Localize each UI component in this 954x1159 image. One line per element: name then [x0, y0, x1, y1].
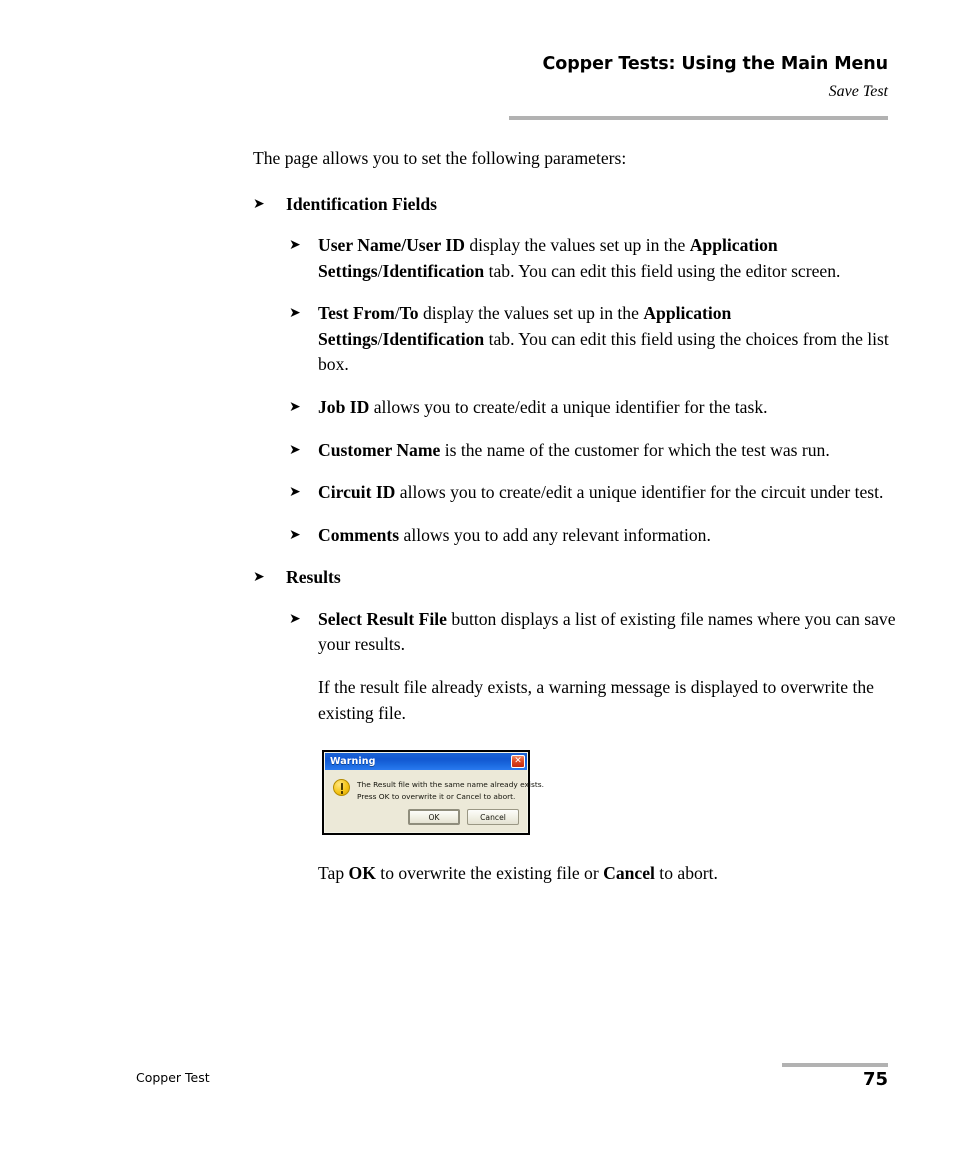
cancel-button[interactable]: Cancel — [467, 809, 519, 826]
list-item: ➤ User Name/User ID display the values s… — [253, 233, 901, 284]
list-item-text: Test From/To display the values set up i… — [318, 303, 889, 375]
arrow-bullet-icon: ➤ — [253, 569, 265, 586]
arrow-bullet-icon: ➤ — [289, 484, 301, 501]
list-item: ➤ Job ID allows you to create/edit a uni… — [253, 395, 901, 421]
footer-label: Copper Test — [136, 1070, 210, 1085]
list-item-text: Job ID allows you to create/edit a uniqu… — [318, 396, 768, 417]
inline-cancel-label: Cancel — [603, 863, 655, 884]
warning-dialog-titlebar: Warning ✕ — [325, 753, 527, 771]
warning-dialog-buttons: OK Cancel — [325, 806, 527, 832]
term-user-name-user-id: User Name/User ID — [318, 235, 465, 255]
list-item-text: Select Result File button displays a lis… — [318, 608, 896, 655]
identification-fields-list: ➤ User Name/User ID display the values s… — [253, 233, 901, 548]
warning-dialog-body: The Result file with the same name alrea… — [325, 770, 544, 806]
warning-dialog-message: The Result file with the same name alrea… — [357, 779, 544, 802]
arrow-bullet-icon: ➤ — [289, 398, 301, 415]
list-item-text: Customer Name is the name of the custome… — [318, 439, 830, 460]
result-file-note: If the result file already exists, a war… — [318, 677, 874, 723]
page-number: 75 — [862, 1069, 888, 1090]
list-item-text: User Name/User ID display the values set… — [318, 235, 841, 281]
term-test-to: To — [399, 303, 419, 324]
term-test-from: Test From — [318, 303, 395, 324]
arrow-bullet-icon: ➤ — [253, 195, 265, 212]
term-comments: Comments — [318, 524, 400, 545]
header-divider — [509, 116, 888, 120]
arrow-bullet-icon: ➤ — [289, 441, 301, 458]
document-body: The page allows you to set the following… — [253, 146, 901, 904]
warning-dialog-title: Warning — [330, 756, 376, 768]
section-heading-label: Results — [286, 567, 341, 588]
warning-message-line-1: The Result file with the same name alrea… — [357, 780, 544, 790]
list-item-text: Circuit ID allows you to create/edit a u… — [318, 482, 884, 503]
warning-dialog-inner: Warning ✕ The Result file with the same … — [324, 752, 544, 834]
footer-divider — [782, 1063, 888, 1067]
tap-note: Tap OK to overwrite the existing file or… — [318, 863, 718, 884]
arrow-bullet-icon: ➤ — [289, 610, 301, 627]
arrow-bullet-icon: ➤ — [289, 237, 301, 253]
close-icon[interactable]: ✕ — [511, 755, 525, 769]
list-item: ➤ Select Result File button displays a l… — [253, 607, 901, 658]
term-select-result-file: Select Result File — [318, 608, 447, 629]
page-title: Copper Tests: Using the Main Menu — [542, 54, 889, 74]
section-heading-identification-fields: ➤ Identification Fields — [253, 192, 901, 218]
section-heading-label: Identification Fields — [286, 193, 438, 214]
ok-button[interactable]: OK — [408, 809, 460, 826]
intro-paragraph: The page allows you to set the following… — [253, 148, 627, 168]
list-item: ➤ Comments allows you to add any relevan… — [253, 523, 901, 549]
term-job-id: Job ID — [318, 396, 370, 417]
page-subtitle: Save Test — [828, 83, 888, 100]
term-customer-name: Customer Name — [318, 439, 441, 460]
page-header: Copper Tests: Using the Main Menu Save T… — [0, 54, 954, 120]
section-heading-results: ➤ Results — [253, 565, 901, 591]
warning-dialog-figure: Warning ✕ The Result file with the same … — [253, 750, 901, 836]
results-list: ➤ Select Result File button displays a l… — [253, 607, 901, 887]
warning-dialog: Warning ✕ The Result file with the same … — [322, 750, 544, 836]
list-item: ➤ Circuit ID allows you to create/edit a… — [253, 480, 901, 506]
inline-ok-label: OK — [348, 863, 376, 884]
term-circuit-id: Circuit ID — [318, 482, 396, 503]
list-item: ➤ Customer Name is the name of the custo… — [253, 438, 901, 464]
arrow-bullet-icon: ➤ — [289, 305, 301, 322]
list-item-text: Comments allows you to add any relevant … — [318, 524, 711, 545]
arrow-bullet-icon: ➤ — [289, 526, 301, 543]
warning-message-line-2: Press OK to overwrite it or Cancel to ab… — [357, 791, 516, 801]
warning-exclamation-icon — [333, 779, 350, 797]
list-item: ➤ Test From/To display the values set up… — [253, 301, 901, 378]
